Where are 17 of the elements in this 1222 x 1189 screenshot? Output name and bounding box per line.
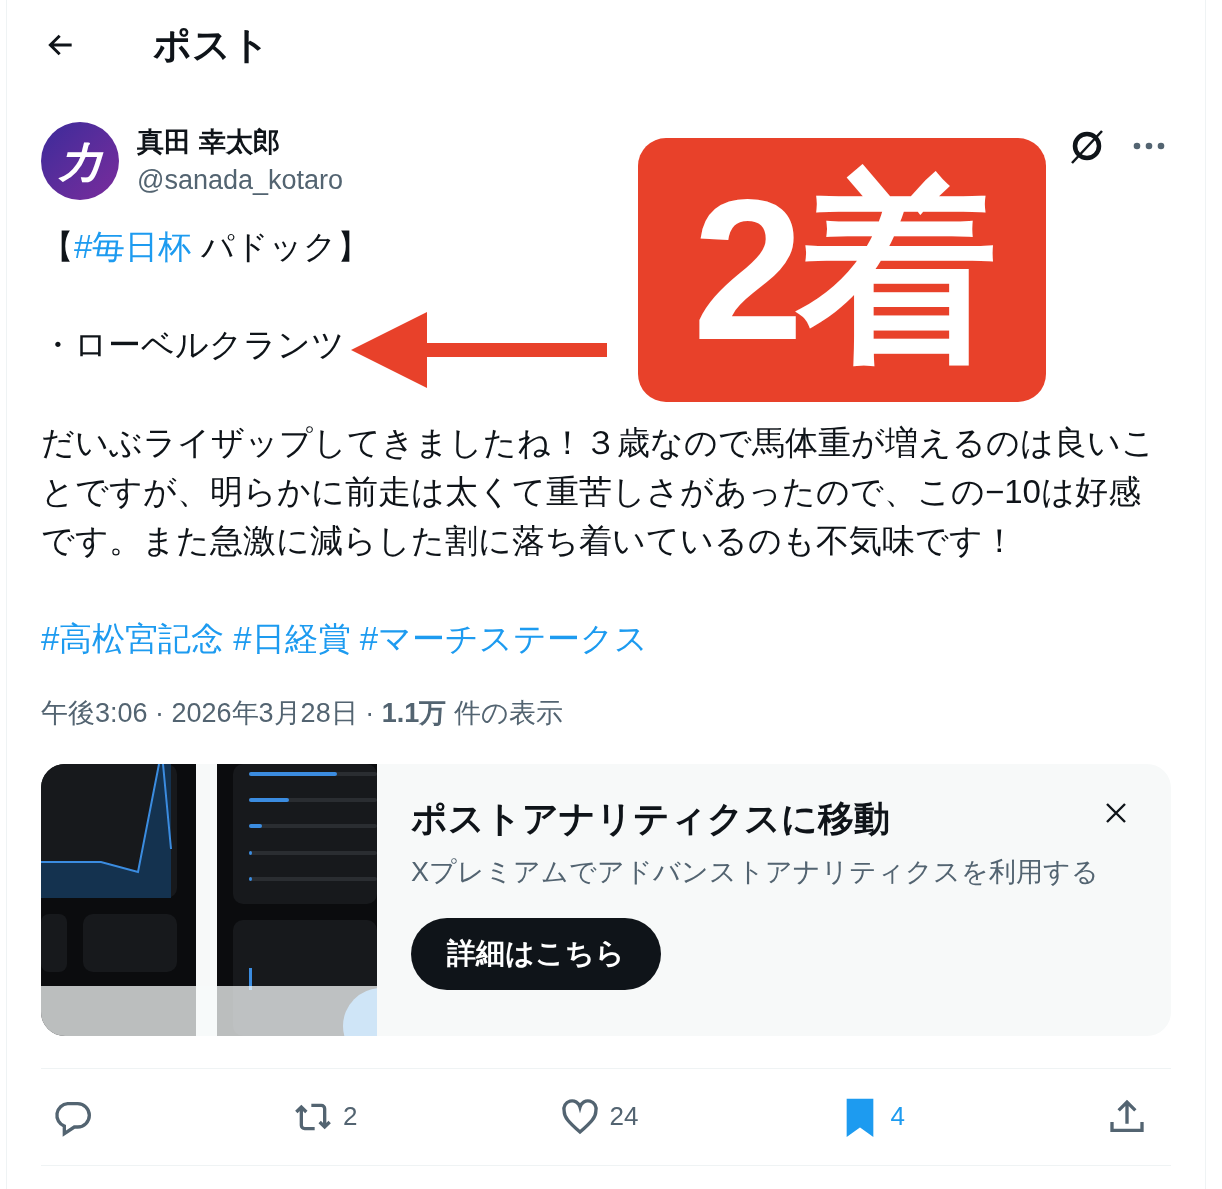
promo-title: ポストアナリティクスに移動 [411, 796, 890, 841]
post-text: ・ローベルクランツ [41, 325, 345, 365]
avatar[interactable]: カ [41, 122, 119, 200]
author-name[interactable]: 真田 幸太郎 [137, 123, 344, 161]
details-button[interactable]: 詳細はこちら [411, 918, 661, 990]
placing-badge: 2着 [638, 138, 1046, 402]
like-button[interactable]: 24 [559, 1096, 639, 1137]
close-icon[interactable] [1105, 801, 1127, 824]
heart-icon [559, 1096, 600, 1137]
post-meta: 午後3:06 · 2026年3月28日 · 1.1万 件の表示 [41, 697, 564, 730]
author-handle[interactable]: @sanada_kotaro [137, 161, 344, 199]
repost-button[interactable]: 2 [293, 1096, 358, 1137]
page-title: ポスト [153, 22, 270, 68]
promo-subtitle: Xプレミアムでアドバンストアナリティクスを利用する [411, 855, 1100, 889]
post-text: 【#毎日杯 パドック】 [41, 227, 370, 267]
post-text: だいぶライザップしてきましたね！３歳なので馬体重が増えるのは良いことですが、明らかに前走は太くて重苦しさがあったので、この−10は好感です。また急激に減らした割に落ち着いているのも不気味です！ [41, 423, 1156, 561]
more-icon[interactable] [1133, 142, 1165, 150]
